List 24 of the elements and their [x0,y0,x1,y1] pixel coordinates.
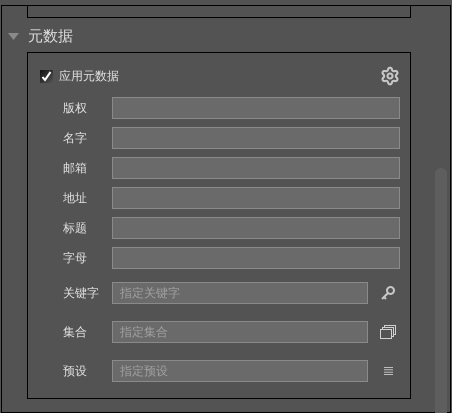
input-field[interactable] [112,97,400,119]
input-field[interactable] [112,157,400,179]
field-label: 版权 [63,100,88,117]
section-title: 元数据 [28,26,73,47]
input-field[interactable] [112,217,400,239]
scrollbar-thumb[interactable] [435,168,447,413]
field-label: 集合 [63,324,88,340]
input-field[interactable] [112,247,400,269]
settings-icon[interactable] [380,66,400,86]
input-field[interactable] [112,127,400,149]
field-label: 地址 [63,190,88,207]
triangle-icon[interactable] [8,32,19,40]
stacked-windows-icon[interactable] [380,324,396,339]
checkbox[interactable] [40,70,53,82]
menu-icon[interactable] [384,366,392,374]
field-label: 名字 [63,130,88,147]
field-label: 标题 [63,220,88,237]
key-icon[interactable] [380,284,396,300]
checkbox-label: 应用元数据 [59,68,119,85]
input-field[interactable] [112,187,400,209]
field-label: 关键字 [63,284,100,302]
field-label: 预设 [63,362,88,380]
field-label: 字母 [63,250,88,267]
field-label: 邮箱 [63,160,88,177]
